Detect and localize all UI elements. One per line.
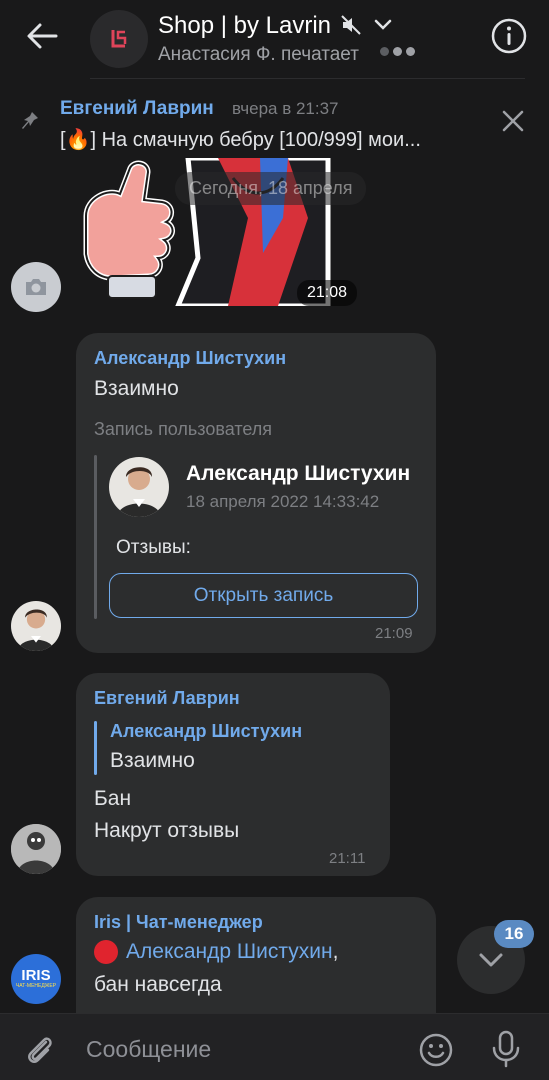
message-input[interactable] (86, 1034, 386, 1064)
message-text: бан навсегда (94, 973, 222, 996)
user-avatar[interactable] (11, 824, 61, 874)
message-text: Бан (94, 787, 132, 810)
iris-avatar-text: IRIS (21, 967, 51, 984)
muted-icon (341, 15, 361, 35)
attach-icon[interactable] (22, 1032, 58, 1073)
info-icon[interactable] (490, 17, 528, 55)
user-mention[interactable]: Александр Шистухин (126, 940, 333, 964)
chat-header: Shop | by Lavrin Анастасия Ф. печатает (0, 0, 549, 78)
message-text: Александр Шистухин, (94, 940, 338, 964)
pin-icon (22, 112, 38, 129)
open-post-button[interactable]: Открыть запись (109, 573, 418, 618)
chat-avatar[interactable] (90, 10, 148, 68)
sticker-time: 21:08 (297, 280, 358, 306)
pinned-author: Евгений Лаврин (60, 98, 214, 119)
message-time: 21:11 (329, 850, 366, 867)
message-bubble[interactable]: Евгений Лаврин Александр Шистухин Взаимн… (76, 673, 390, 876)
post-avatar[interactable] (109, 457, 169, 517)
message-composer (0, 1013, 549, 1080)
message-author[interactable]: Iris | Чат-менеджер (94, 912, 263, 933)
back-arrow-icon[interactable] (22, 20, 62, 52)
message-time: 21:09 (375, 625, 413, 642)
close-icon[interactable] (500, 108, 526, 134)
post-text: Отзывы: (116, 537, 191, 558)
reply-bar (94, 721, 97, 775)
post-bar (94, 455, 97, 619)
emoji-icon[interactable] (418, 1032, 454, 1073)
chevron-down-icon (479, 953, 503, 967)
message-text: Взаимно (94, 377, 179, 400)
message-text: Накрут отзывы (94, 819, 240, 842)
iris-avatar[interactable]: IRIS ЧАТ-МЕНЕДЖЕР (11, 954, 61, 1004)
reply-author[interactable]: Александр Шистухин (110, 721, 302, 742)
pinned-message[interactable]: Евгений Лаврин вчера в 21:37 [🔥] На смач… (0, 80, 549, 160)
unread-badge: 16 (494, 920, 534, 948)
chevron-down-icon[interactable] (374, 19, 392, 31)
post-date: 18 апреля 2022 14:33:42 (186, 492, 380, 511)
user-avatar[interactable] (11, 601, 61, 651)
red-circle-icon (94, 940, 118, 964)
iris-avatar-subtext: ЧАТ-МЕНЕДЖЕР (15, 983, 57, 989)
shop-logo-icon (111, 30, 127, 48)
post-label: Запись пользователя (94, 419, 273, 439)
chat-title[interactable]: Shop | by Lavrin (158, 12, 331, 40)
header-divider (90, 78, 525, 79)
camera-icon (26, 279, 46, 295)
camera-avatar[interactable] (11, 262, 61, 312)
mention-suffix: , (332, 940, 339, 963)
date-divider: Сегодня, 18 апреля (175, 172, 367, 205)
pinned-text: [🔥] На смачную бебру [100/999] мои... (60, 129, 421, 151)
typing-dots-icon (380, 47, 415, 56)
message-bubble[interactable]: Александр Шистухин Взаимно Запись пользо… (76, 333, 436, 653)
reply-text: Взаимно (110, 749, 195, 772)
message-author[interactable]: Евгений Лаврин (94, 688, 240, 709)
message-author[interactable]: Александр Шистухин (94, 348, 286, 369)
microphone-icon[interactable] (490, 1030, 522, 1073)
post-author[interactable]: Александр Шистухин (186, 462, 410, 486)
typing-status: Анастасия Ф. печатает (158, 44, 359, 65)
pinned-time: вчера в 21:37 (232, 99, 339, 118)
